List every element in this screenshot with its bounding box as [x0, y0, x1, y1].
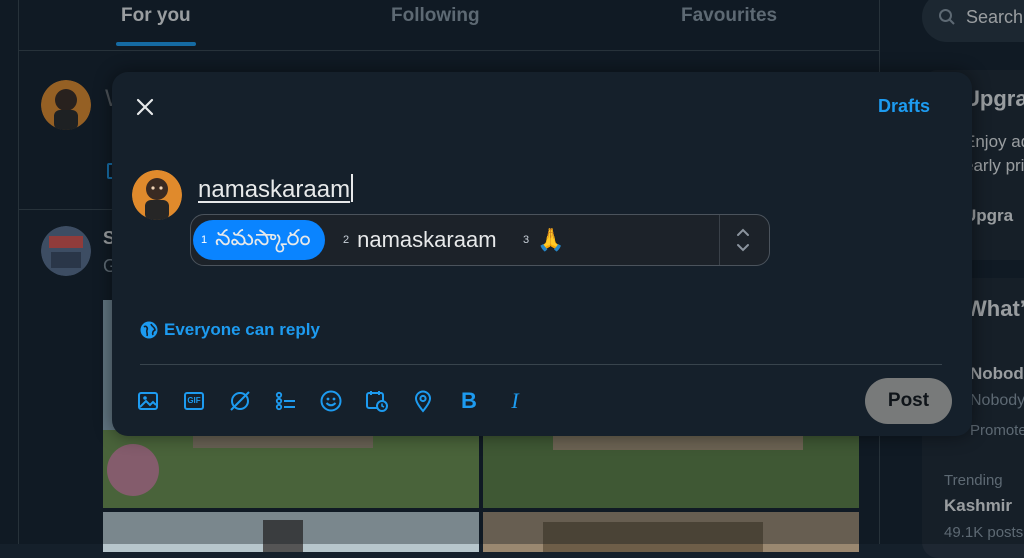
- reply-settings-label: Everyone can reply: [164, 320, 320, 339]
- poll-icon: [275, 391, 295, 411]
- chevron-up-down-icon: [737, 228, 749, 252]
- ime-candidate-2[interactable]: 2 namaskaraam: [343, 220, 497, 260]
- ime-candidate-1[interactable]: 1 నమస్కారం: [193, 220, 325, 260]
- candidate-text: 🙏: [537, 227, 565, 252]
- gif-button[interactable]: GIF: [181, 388, 207, 414]
- post-text-value: namaskaraam: [198, 176, 351, 203]
- candidate-number: 2: [343, 234, 350, 246]
- candidate-text: namaskaraam: [357, 227, 497, 252]
- grok-icon: [230, 391, 250, 411]
- close-icon: [136, 98, 154, 116]
- emoji-icon: [320, 390, 342, 412]
- toolbar-divider: [140, 364, 942, 365]
- location-button[interactable]: [410, 388, 436, 414]
- schedule-icon: [366, 391, 388, 412]
- close-button[interactable]: [132, 94, 158, 120]
- candidate-text: నమస్కారం: [215, 224, 311, 250]
- ime-separator: [719, 215, 720, 265]
- candidate-number: 1: [201, 234, 208, 246]
- reply-settings-button[interactable]: Everyone can reply: [140, 320, 320, 340]
- compose-modal: Drafts namaskaraam 1 నమస్కారం 2 namaskar…: [112, 72, 972, 436]
- text-caret: [351, 174, 354, 202]
- ime-candidate-3[interactable]: 3 🙏: [523, 220, 565, 260]
- avatar[interactable]: [132, 170, 182, 220]
- location-icon: [414, 390, 432, 413]
- post-button[interactable]: Post: [865, 378, 952, 424]
- globe-icon: [140, 321, 158, 339]
- bold-button[interactable]: B: [456, 388, 482, 414]
- ime-expand-button[interactable]: [727, 223, 759, 257]
- image-icon: [138, 392, 158, 410]
- media-button[interactable]: [135, 388, 161, 414]
- emoji-button[interactable]: [318, 388, 344, 414]
- drafts-button[interactable]: Drafts: [878, 96, 930, 117]
- gif-icon: GIF: [184, 392, 204, 410]
- poll-button[interactable]: [273, 388, 299, 414]
- italic-button[interactable]: I: [502, 388, 528, 414]
- candidate-number: 3: [523, 234, 530, 246]
- grok-button[interactable]: [227, 388, 253, 414]
- schedule-button[interactable]: [364, 388, 390, 414]
- ime-candidate-bar: 1 నమస్కారం 2 namaskaraam 3 🙏: [190, 214, 770, 266]
- post-text-input[interactable]: namaskaraam: [198, 174, 354, 204]
